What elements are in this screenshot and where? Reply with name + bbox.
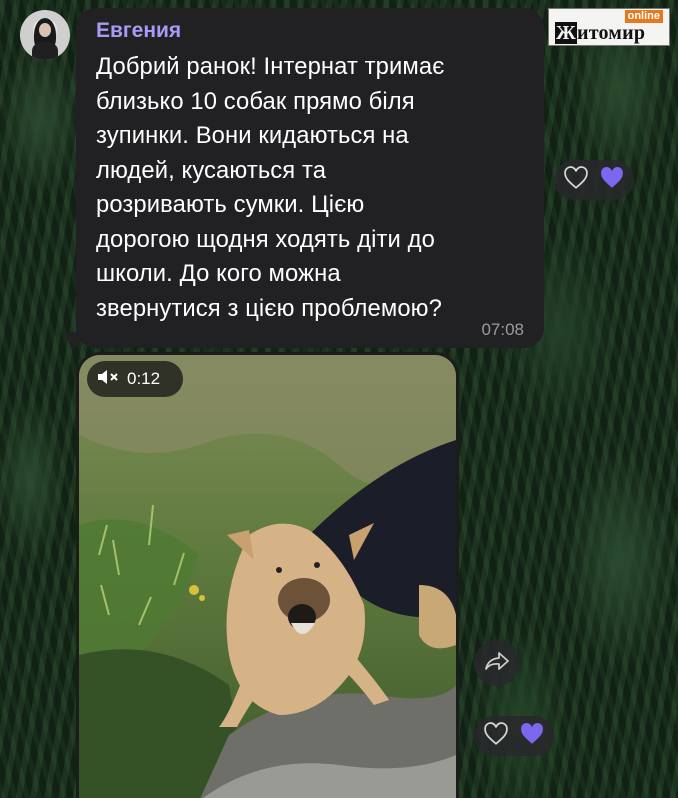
heart-outline-icon[interactable] [563, 165, 589, 195]
heart-filled-icon[interactable] [599, 166, 625, 195]
message-reactions[interactable] [554, 160, 634, 200]
message-line: Добрий ранок! Інтернат тримає [96, 53, 445, 80]
video-message[interactable]: 0:12 [76, 352, 459, 798]
video-duration: 0:12 [127, 369, 161, 388]
share-arrow-icon [484, 651, 510, 676]
heart-filled-icon[interactable] [519, 722, 545, 751]
message-line: людей, кусаються та [96, 156, 327, 184]
video-mute-badge[interactable]: 0:12 [87, 361, 183, 397]
message-line: звернутися з цією проблемою? [96, 294, 442, 322]
sender-name[interactable]: Евгения [96, 18, 524, 44]
message-line: дорогою щодня ходять діти до [96, 225, 435, 253]
muted-speaker-icon [97, 368, 119, 391]
watermark-logo: online Житомир [548, 8, 670, 46]
message-time: 07:08 [481, 320, 524, 339]
sender-avatar[interactable] [20, 10, 70, 60]
forward-button[interactable] [474, 640, 520, 686]
message-line: зупинки. Вони кидаються на [96, 122, 409, 149]
logo-city: Житомир [555, 22, 646, 44]
video-frame [79, 355, 456, 798]
heart-outline-icon[interactable] [483, 721, 509, 751]
message-bubble[interactable]: Евгения Добрий ранок! Інтернат тримає бл… [65, 8, 544, 348]
video-reactions[interactable] [474, 716, 554, 756]
message-line: розривають сумки. Цією [96, 191, 365, 218]
message-line: школи. До кого можна [96, 260, 341, 287]
message-line: близько 10 собак прямо біля [96, 87, 415, 115]
message-text: Добрий ранок! Інтернат тримає близько 10… [96, 50, 524, 326]
